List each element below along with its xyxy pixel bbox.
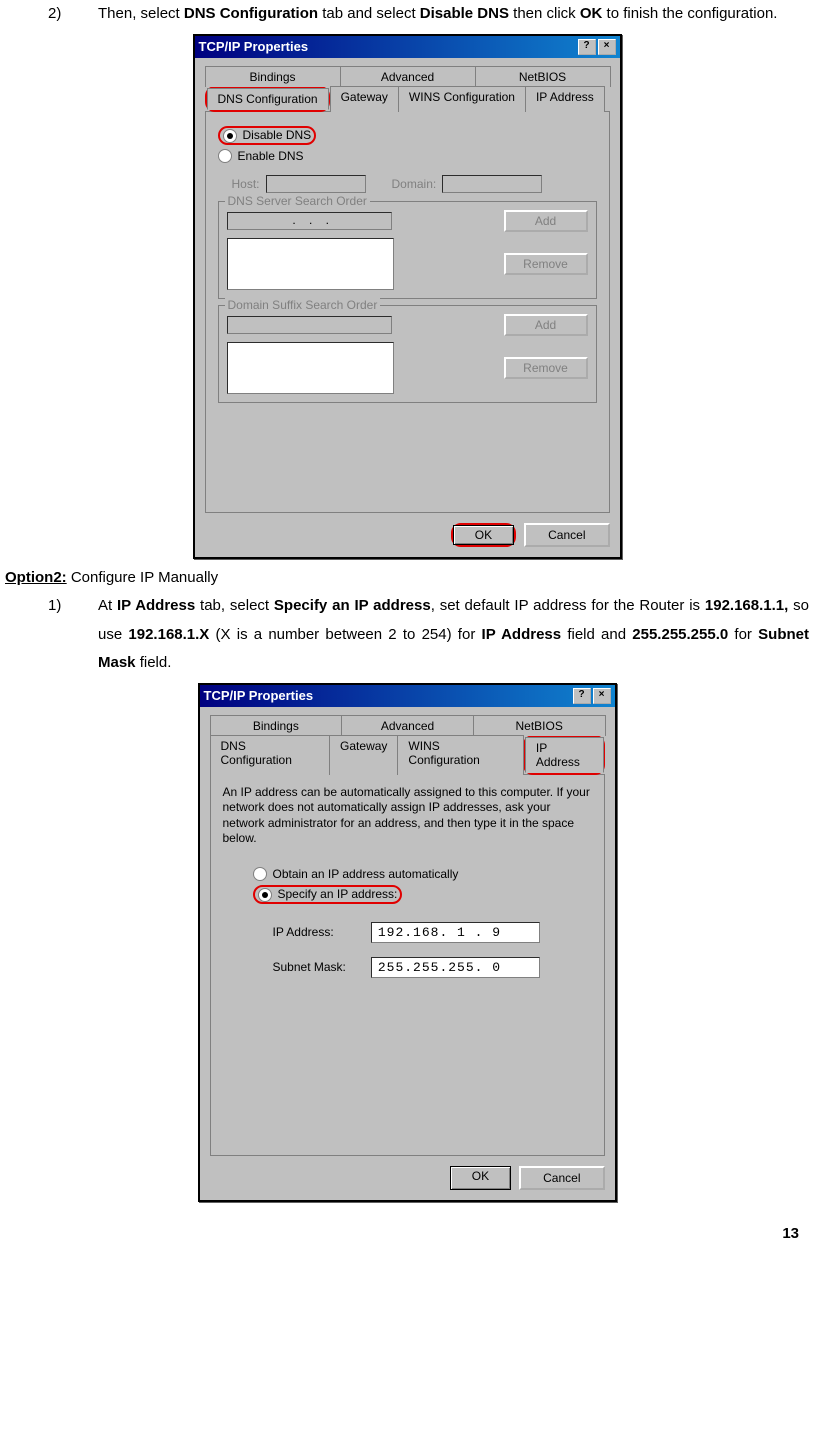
- tab-netbios[interactable]: NetBIOS: [473, 715, 606, 736]
- tab-row-top: Bindings Advanced NetBIOS: [205, 66, 610, 87]
- suffix-add-button[interactable]: Add: [504, 314, 588, 336]
- specify-ip-row[interactable]: Specify an IP address:: [253, 885, 592, 904]
- ok-button[interactable]: OK: [453, 525, 514, 545]
- tab-dns-config[interactable]: DNS Configuration: [207, 88, 329, 110]
- close-button[interactable]: ×: [598, 39, 616, 55]
- disable-dns-row[interactable]: Disable DNS: [218, 126, 597, 145]
- disable-dns-highlight: Disable DNS: [218, 126, 317, 145]
- ip-label: IP Address:: [273, 925, 368, 939]
- option2-heading: Option2: Configure IP Manually: [5, 564, 809, 593]
- dns-add-button[interactable]: Add: [504, 210, 588, 232]
- tab-gateway[interactable]: Gateway: [330, 86, 399, 112]
- tab-ipaddress[interactable]: IP Address: [525, 737, 604, 773]
- figure-dns-config: TCP/IP Properties ? × Bindings Advanced …: [5, 34, 809, 559]
- tab-bindings[interactable]: Bindings: [210, 715, 343, 736]
- specify-highlight: Specify an IP address:: [253, 885, 403, 904]
- radio-enable-dns[interactable]: [218, 149, 232, 163]
- close-button[interactable]: ×: [593, 688, 611, 704]
- suffix-list[interactable]: [227, 342, 394, 394]
- domain-input[interactable]: [442, 175, 542, 193]
- enable-dns-row[interactable]: Enable DNS: [218, 149, 597, 163]
- ok-button[interactable]: OK: [450, 1166, 511, 1190]
- step-2-instruction: 2) Then, select DNS Configuration tab an…: [48, 0, 809, 29]
- titlebar: TCP/IP Properties ? ×: [200, 685, 615, 707]
- dialog-title: TCP/IP Properties: [204, 688, 571, 703]
- radio-obtain[interactable]: [253, 867, 267, 881]
- tab-row-bottom: DNS Configuration Gateway WINS Configura…: [205, 86, 610, 112]
- figure-ip-address: TCP/IP Properties ? × Bindings Advanced …: [5, 683, 809, 1202]
- tab-advanced[interactable]: Advanced: [340, 66, 476, 87]
- tab-wins[interactable]: WINS Configuration: [398, 86, 526, 112]
- dns-search-group: DNS Server Search Order . . . Add Remove: [218, 201, 597, 299]
- tab-wins[interactable]: WINS Configuration: [397, 735, 523, 775]
- cancel-button[interactable]: Cancel: [524, 523, 609, 547]
- dns-list[interactable]: [227, 238, 394, 290]
- tab-dns-config[interactable]: DNS Configuration: [210, 735, 331, 775]
- step-number: 2): [48, 0, 98, 29]
- mask-label: Subnet Mask:: [273, 960, 368, 974]
- tab-bindings[interactable]: Bindings: [205, 66, 341, 87]
- dns-remove-button[interactable]: Remove: [504, 253, 588, 275]
- cancel-button[interactable]: Cancel: [519, 1166, 604, 1190]
- suffix-input[interactable]: [227, 316, 392, 334]
- ipaddress-tab-highlight: IP Address: [523, 735, 605, 775]
- suffix-remove-button[interactable]: Remove: [504, 357, 588, 379]
- help-button[interactable]: ?: [578, 39, 596, 55]
- ip-input[interactable]: 192.168. 1 . 9: [371, 922, 540, 943]
- step-number: 1): [48, 592, 98, 678]
- dialog-title: TCP/IP Properties: [199, 39, 576, 54]
- info-text: An IP address can be automatically assig…: [223, 785, 592, 847]
- tab-advanced[interactable]: Advanced: [341, 715, 474, 736]
- page-number: 13: [782, 1225, 799, 1242]
- option2-step1: 1) At IP Address tab, select Specify an …: [48, 592, 809, 678]
- tab-ipaddress[interactable]: IP Address: [525, 86, 605, 112]
- tab-gateway[interactable]: Gateway: [329, 735, 398, 775]
- mask-input[interactable]: 255.255.255. 0: [371, 957, 540, 978]
- titlebar: TCP/IP Properties ? ×: [195, 36, 620, 58]
- ok-highlight: OK: [451, 523, 516, 547]
- dns-tab-highlight: DNS Configuration: [205, 86, 330, 112]
- radio-disable-dns[interactable]: [223, 129, 237, 143]
- radio-specify[interactable]: [258, 888, 272, 902]
- obtain-ip-row[interactable]: Obtain an IP address automatically: [253, 867, 592, 881]
- domain-label: Domain:: [392, 177, 437, 191]
- suffix-search-group: Domain Suffix Search Order Add Remove: [218, 305, 597, 403]
- tab-netbios[interactable]: NetBIOS: [475, 66, 611, 87]
- help-button[interactable]: ?: [573, 688, 591, 704]
- host-label: Host:: [232, 177, 260, 191]
- host-input[interactable]: [266, 175, 366, 193]
